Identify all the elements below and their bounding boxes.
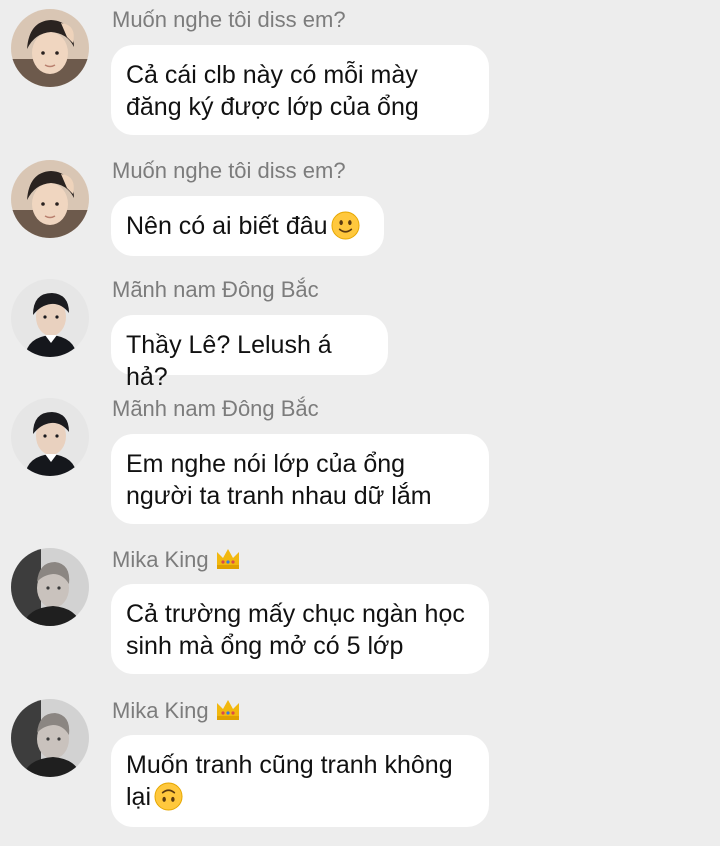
upside-down-face-icon — [154, 782, 183, 811]
chat-thread: Muốn nghe tôi diss em? Cả cái clb này có… — [0, 0, 720, 846]
message-line: Cả cái clb này có mỗi mày — [126, 61, 418, 89]
message-line: Nên có ai biết đâu — [126, 212, 328, 240]
sender-name-text: Mika King — [112, 547, 209, 572]
sender-name: Mãnh nam Đông Bắc — [112, 396, 319, 421]
message-bubble[interactable]: Cả trường mấy chục ngàn học sinh mà ổng … — [111, 584, 489, 674]
message-bubble[interactable]: Thầy Lê? Lelush á hả? — [111, 315, 388, 391]
avatar[interactable] — [11, 548, 89, 626]
message-line: Muốn tranh cũng tranh không — [126, 751, 453, 779]
sender-name-text: Mika King — [112, 698, 209, 723]
crown-icon — [216, 700, 239, 720]
message-line: sinh mà ổng mở có 5 lớp — [126, 632, 404, 660]
message-line: người ta tranh nhau dữ lắm — [126, 482, 432, 510]
sender-name: Mãnh nam Đông Bắc — [112, 277, 319, 302]
message-line: đăng ký được lớp của ổng — [126, 93, 419, 121]
message-line: Thầy Lê? Lelush á hả? — [126, 331, 332, 391]
crown-icon — [216, 549, 239, 569]
message-line: Cả trường mấy chục ngàn học — [126, 600, 465, 628]
message-line: Em nghe nói lớp của ổng — [126, 450, 406, 478]
message-bubble[interactable]: Cả cái clb này có mỗi mày đăng ký được l… — [111, 45, 489, 135]
sender-name: Muốn nghe tôi diss em? — [112, 158, 346, 183]
avatar[interactable] — [11, 398, 89, 476]
sender-name: Mika King — [112, 697, 241, 724]
sender-name: Mika King — [112, 546, 241, 573]
avatar[interactable] — [11, 699, 89, 777]
message-line-text: lại — [126, 783, 152, 811]
message-bubble[interactable]: Nên có ai biết đâu — [111, 196, 384, 256]
avatar[interactable] — [11, 9, 89, 87]
sender-name: Muốn nghe tôi diss em? — [112, 7, 346, 32]
avatar[interactable] — [11, 160, 89, 238]
avatar[interactable] — [11, 279, 89, 357]
message-line: lại — [126, 781, 471, 813]
message-bubble[interactable]: Muốn tranh cũng tranh không lại — [111, 735, 489, 827]
slightly-smiling-face-icon — [331, 211, 360, 240]
message-bubble[interactable]: Em nghe nói lớp của ổng người ta tranh n… — [111, 434, 489, 524]
